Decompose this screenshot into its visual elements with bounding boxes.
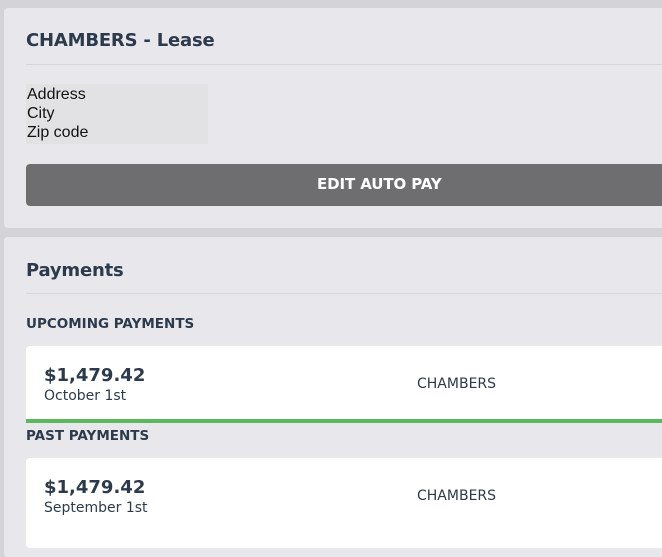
- address-line: Address: [27, 86, 86, 103]
- payment-payee: CHAMBERS: [417, 488, 497, 504]
- payment-amount: $1,479.42: [44, 365, 146, 386]
- city-line: City: [27, 105, 55, 122]
- zip-code-line: Zip code: [27, 124, 89, 141]
- payment-status-bar: [26, 419, 662, 423]
- lease-title: CHAMBERS - Lease: [26, 30, 215, 51]
- upcoming-payments-label: UPCOMING PAYMENTS: [26, 316, 195, 332]
- payment-date: September 1st: [44, 500, 148, 516]
- payments-divider: [26, 293, 662, 294]
- past-payments-label: PAST PAYMENTS: [26, 428, 150, 444]
- payment-payee: CHAMBERS: [417, 376, 497, 392]
- lease-card: CHAMBERS - Lease Address City Zip code E…: [4, 8, 662, 228]
- lease-divider: [26, 64, 662, 65]
- upcoming-payment-card[interactable]: $1,479.42 October 1st CHAMBERS: [26, 346, 662, 423]
- payments-card: Payments UPCOMING PAYMENTS $1,479.42 Oct…: [4, 237, 662, 557]
- edit-auto-pay-label: EDIT AUTO PAY: [317, 175, 442, 193]
- payments-title: Payments: [26, 260, 124, 281]
- past-payment-card[interactable]: $1,479.42 September 1st CHAMBERS: [26, 458, 662, 548]
- address-block: Address City Zip code: [26, 84, 208, 144]
- edit-auto-pay-button[interactable]: EDIT AUTO PAY: [26, 164, 662, 206]
- payment-amount: $1,479.42: [44, 477, 146, 498]
- payment-date: October 1st: [44, 388, 127, 404]
